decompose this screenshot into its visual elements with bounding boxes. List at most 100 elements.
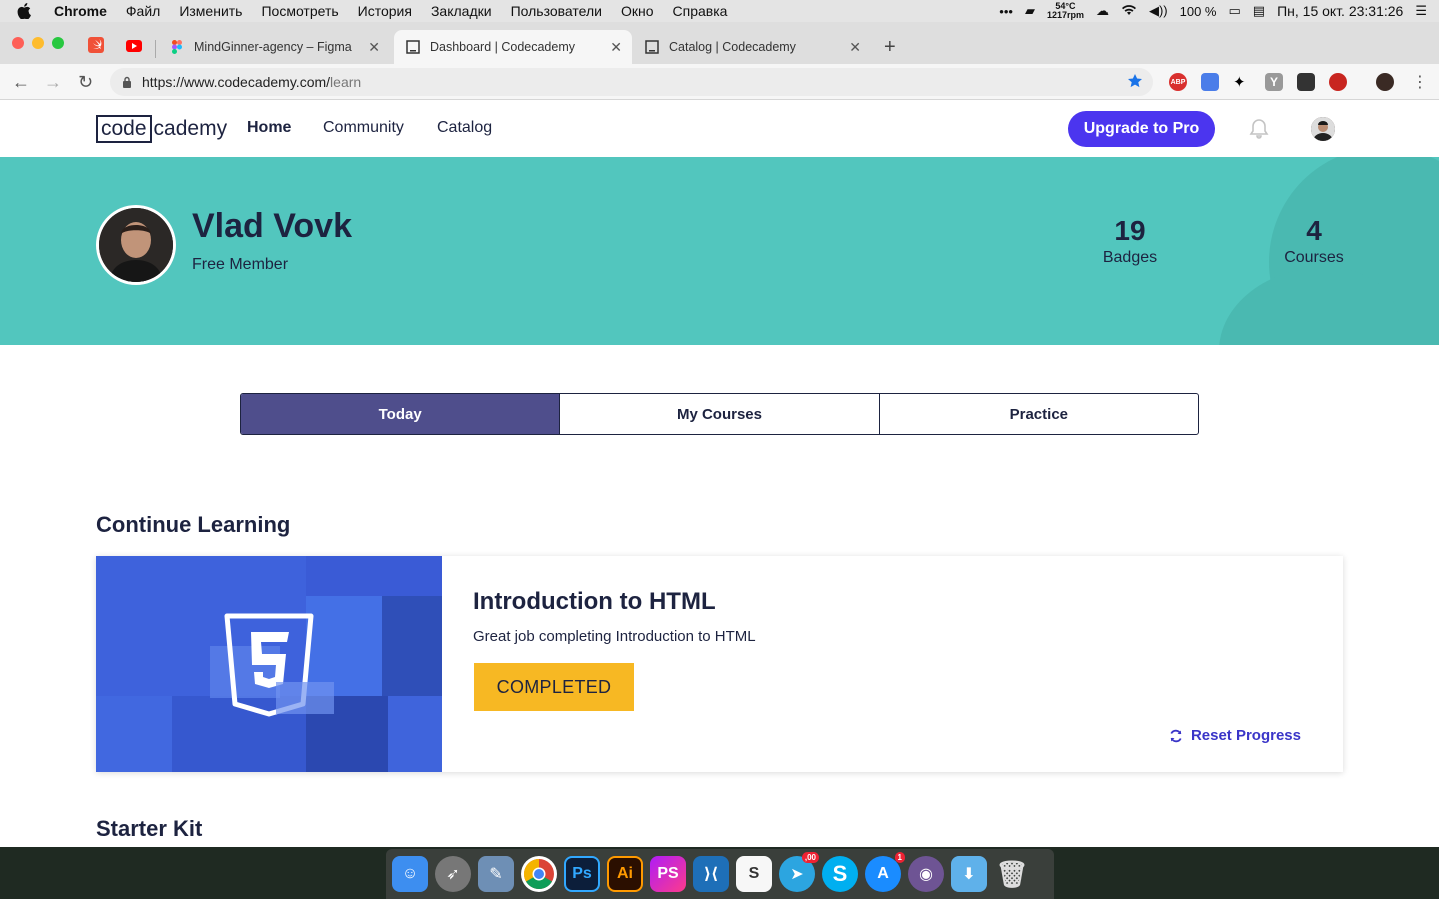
menu-help[interactable]: Справка [673, 3, 728, 19]
more-icon[interactable]: ••• [999, 4, 1013, 19]
course-title[interactable]: Introduction to HTML [473, 588, 716, 616]
battery-icon[interactable]: ▭ [1229, 3, 1241, 19]
new-tab-plus-icon[interactable]: + [884, 36, 896, 59]
trash-icon[interactable]: 🗑 [994, 856, 1030, 892]
bookmark-star-icon[interactable] [1127, 73, 1143, 89]
pinned-tab-swift[interactable] [88, 37, 104, 58]
lock-icon [123, 76, 131, 88]
temp-readout: 54°C 1217rpm [1047, 2, 1084, 20]
pinned-tab-youtube[interactable] [126, 39, 142, 57]
telegram-icon[interactable]: ➤ ,00 [779, 852, 819, 892]
skype-icon[interactable]: S [822, 856, 858, 892]
close-tab-icon[interactable]: ✕ [610, 39, 622, 56]
adblock-icon[interactable]: ABP [1169, 73, 1187, 91]
close-window-button[interactable] [12, 37, 24, 49]
tab-dashboard[interactable]: Dashboard | Codecademy ✕ [394, 30, 632, 64]
sketch-icon[interactable]: S [736, 856, 772, 892]
site-header: code cademy Home Community Catalog Upgrad… [0, 100, 1439, 157]
menu-window[interactable]: Окно [621, 3, 654, 19]
github-desktop-icon[interactable]: ◉ [908, 856, 944, 892]
refresh-icon [1170, 729, 1182, 742]
logo-rest-text: cademy [153, 117, 228, 140]
back-arrow-icon[interactable]: ← [12, 72, 30, 93]
tab-figma[interactable]: MindGinner-agency – Figma ✕ [158, 30, 390, 64]
course-card[interactable]: Introduction to HTML Great job completin… [96, 556, 1343, 772]
minimize-window-button[interactable] [32, 37, 44, 49]
user-name: Vlad Vovk [192, 207, 352, 245]
pocket-icon[interactable] [1297, 73, 1315, 91]
list-icon[interactable]: ☰ [1415, 3, 1427, 19]
reset-progress-link[interactable]: Reset Progress [1169, 727, 1301, 744]
notification-icon[interactable]: ▰ [1025, 3, 1035, 19]
finder-icon[interactable]: ☺ [392, 856, 428, 892]
zoom-window-button[interactable] [52, 37, 64, 49]
completed-button[interactable]: COMPLETED [474, 663, 634, 711]
nav-home[interactable]: Home [247, 119, 291, 137]
courses-stat[interactable]: 4 Courses [1283, 215, 1345, 267]
profile-hero: Vlad Vovk Free Member 19 Badges 4 Course… [0, 157, 1439, 345]
illustrator-icon[interactable]: Ai [607, 856, 643, 892]
badges-label: Badges [1102, 249, 1158, 266]
menu-dots-icon[interactable]: ⋮ [1412, 72, 1428, 92]
preview-icon[interactable]: ✎ [478, 856, 514, 892]
flag-us-icon[interactable]: ▤ [1253, 3, 1265, 19]
menu-file[interactable]: Файл [126, 3, 160, 19]
translate-icon[interactable] [1201, 73, 1219, 91]
phpstorm-icon[interactable]: PS [650, 856, 686, 892]
menu-history[interactable]: История [358, 3, 412, 19]
badges-stat[interactable]: 19 Badges [1100, 215, 1160, 267]
reload-icon[interactable]: ↻ [78, 72, 93, 93]
codecademy-favicon-icon [645, 40, 659, 54]
user-avatar[interactable] [96, 205, 176, 285]
address-bar[interactable]: https://www.codecademy.com/learn [110, 68, 1153, 96]
upgrade-button[interactable]: Upgrade to Pro [1068, 111, 1215, 147]
logo-box-text: code [96, 115, 152, 143]
macos-menubar: Chrome Файл Изменить Посмотреть История … [0, 0, 1439, 22]
menu-chrome[interactable]: Chrome [54, 3, 107, 19]
clock[interactable]: Пн, 15 окт. 23:31:26 [1277, 3, 1403, 19]
cloud-icon[interactable]: ☁ [1096, 3, 1109, 19]
photoshop-icon[interactable]: Ps [564, 856, 600, 892]
tab-today[interactable]: Today [241, 394, 561, 434]
nav-community[interactable]: Community [323, 119, 404, 137]
chrome-icon[interactable] [521, 856, 557, 892]
close-tab-icon[interactable]: ✕ [849, 39, 861, 56]
app-store-icon[interactable]: A1 [865, 852, 905, 892]
tab-catalog[interactable]: Catalog | Codecademy ✕ [633, 30, 871, 64]
menu-people[interactable]: Пользователи [511, 3, 602, 19]
vscode-icon[interactable]: ⟩⟨ [693, 856, 729, 892]
html5-illustration [96, 556, 442, 772]
pinned-tabs [88, 37, 142, 58]
window-controls [12, 37, 64, 49]
dashboard-tabs: Today My Courses Practice [240, 393, 1199, 435]
tab-strip: MindGinner-agency – Figma ✕ Dashboard | … [0, 22, 1439, 64]
tab-practice[interactable]: Practice [880, 394, 1198, 434]
volume-icon[interactable]: ◀)) [1149, 3, 1168, 19]
apple-icon[interactable] [16, 3, 32, 19]
courses-label: Courses [1284, 249, 1344, 266]
user-avatar-small[interactable] [1311, 117, 1335, 141]
menu-bookmarks[interactable]: Закладки [431, 3, 492, 19]
profile-avatar[interactable] [1376, 73, 1394, 91]
tab-my-courses[interactable]: My Courses [560, 394, 880, 434]
rpm-value: 1217rpm [1046, 10, 1084, 20]
menu-edit[interactable]: Изменить [179, 3, 242, 19]
launchpad-rocket-icon[interactable]: ➶ [435, 856, 471, 892]
web-page: code cademy Home Community Catalog Upgrad… [0, 100, 1439, 847]
ruby-icon[interactable] [1329, 73, 1347, 91]
macos-dock: ☺ ➶ ✎ Ps Ai PS ⟩⟨ S ➤ ,00 S A1 ◉ ⬇ 🗑 [386, 849, 1054, 899]
tab-title: MindGinner-agency – Figma [194, 40, 352, 54]
bat-icon[interactable]: ✦ [1233, 73, 1251, 91]
downloads-folder-icon[interactable]: ⬇ [951, 856, 987, 892]
forward-arrow-icon[interactable]: → [44, 72, 62, 93]
codecademy-logo[interactable]: code cademy [96, 115, 227, 143]
menu-view[interactable]: Посмотреть [261, 3, 338, 19]
figma-icon [170, 40, 184, 54]
wifi-icon[interactable] [1121, 4, 1137, 19]
codecademy-favicon-icon [406, 40, 420, 54]
battery-percent: 100 % [1179, 3, 1217, 19]
bell-icon[interactable] [1249, 118, 1269, 140]
close-tab-icon[interactable]: ✕ [368, 39, 380, 56]
nav-catalog[interactable]: Catalog [437, 119, 492, 137]
y-extension-icon[interactable]: Y [1265, 73, 1283, 91]
